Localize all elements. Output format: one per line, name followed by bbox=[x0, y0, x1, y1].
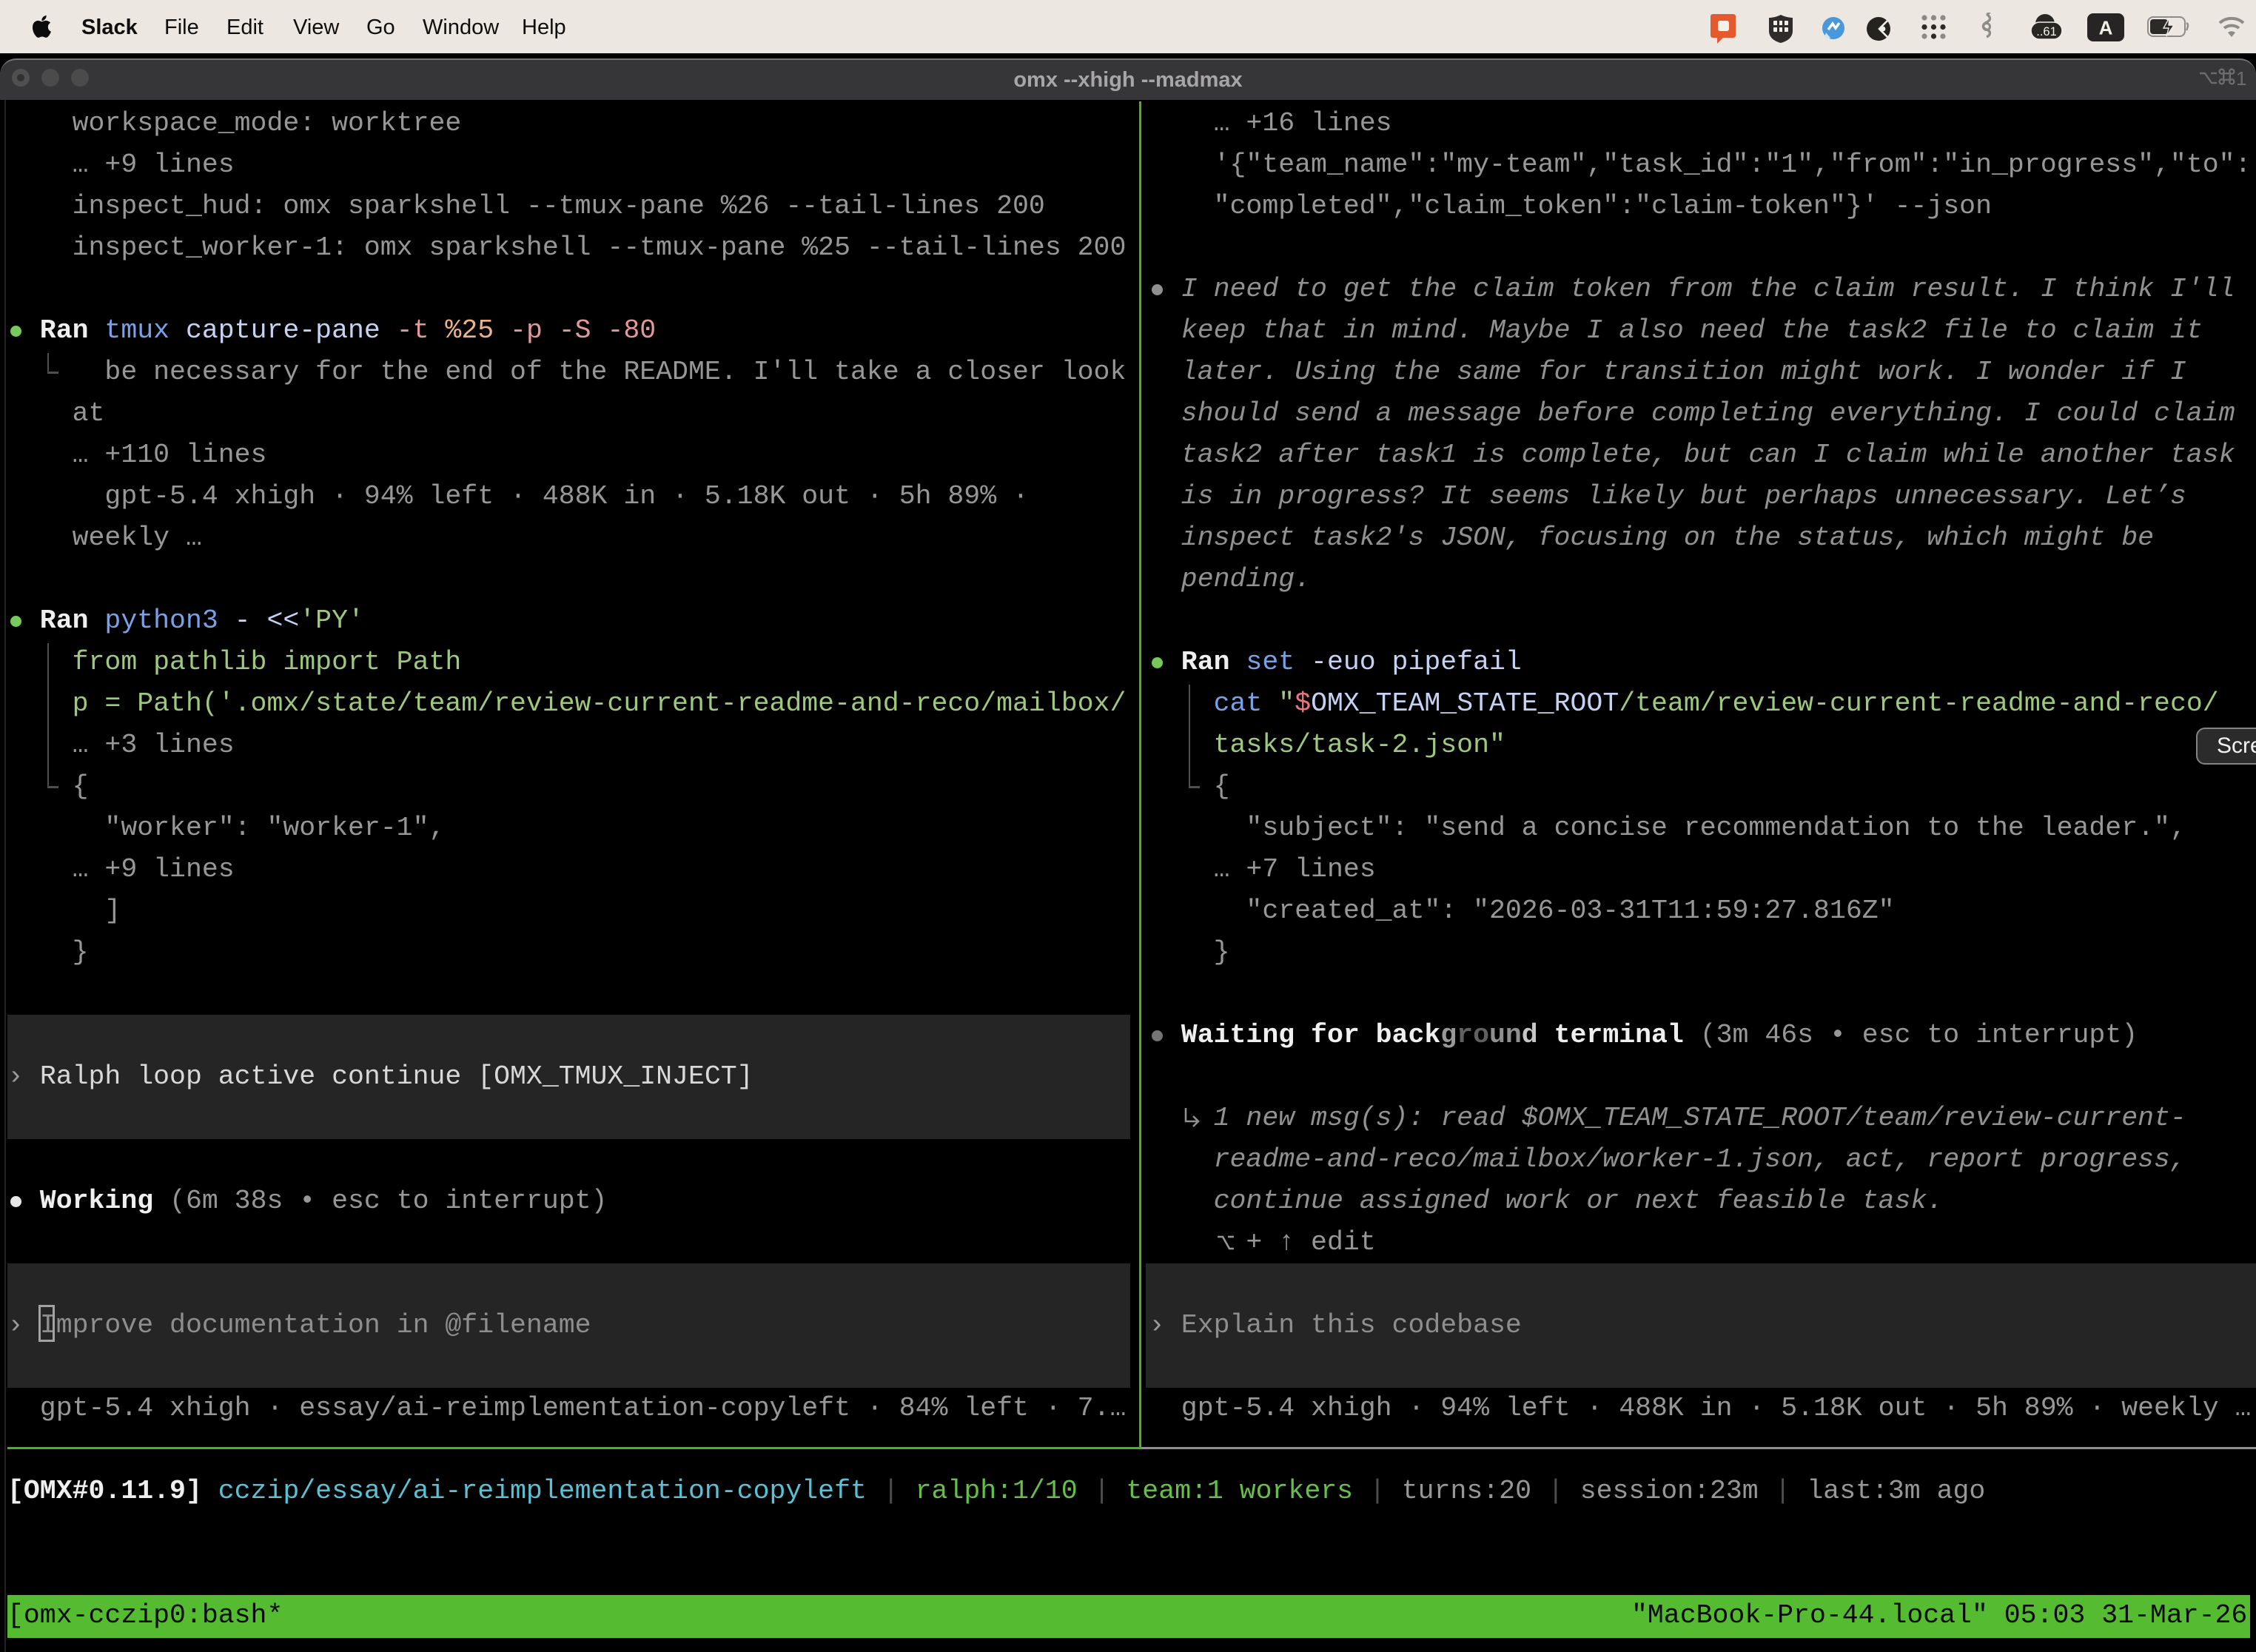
svg-text:A: A bbox=[2099, 17, 2113, 39]
svg-text:..61: ..61 bbox=[2036, 25, 2057, 38]
